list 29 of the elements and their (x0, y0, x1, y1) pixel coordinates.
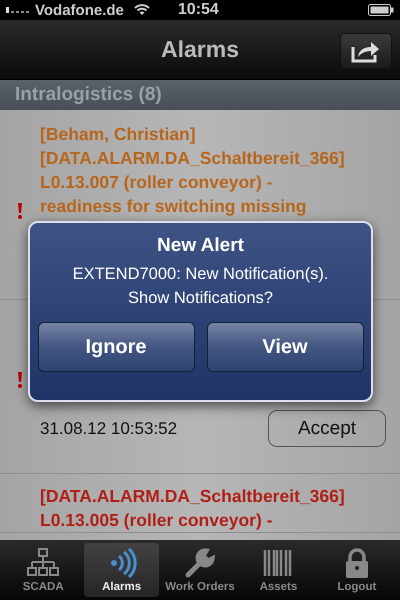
battery-icon (368, 4, 394, 16)
alarm-action-button[interactable]: Accept (268, 410, 386, 447)
alarm-text: L0.13.007 (roller conveyor) - (40, 171, 274, 194)
alarm-timestamp: 31.08.12 10:53:52 (40, 418, 178, 438)
signal-icon (6, 6, 32, 14)
tab-item[interactable]: SCADA (6, 543, 80, 597)
alarm-text: L0.13.005 (roller conveyor) - (40, 509, 274, 532)
share-button[interactable] (340, 33, 392, 69)
wifi-icon (134, 4, 150, 16)
barcode-icon (262, 547, 294, 579)
alarm-text: [DATA.ALARM.DA_Schaltbereit_366] (40, 147, 346, 170)
screen-title: Alarms (161, 36, 239, 63)
wrench-icon (184, 547, 216, 579)
alert-button[interactable]: Ignore (38, 322, 194, 372)
tab-item[interactable]: Logout (320, 543, 394, 597)
tab-item[interactable]: Alarms (84, 543, 159, 597)
alarm-text: [DATA.ALARM.DA_Schaltbereit_366] (40, 485, 346, 508)
network-icon (27, 547, 60, 579)
tab-item[interactable]: Work Orders (162, 543, 238, 597)
section-title: Intralogistics (8) (15, 84, 162, 106)
alert-message: EXTEND7000: New Notification(s). Show Notifications? (72, 264, 328, 309)
alert-title: New Alert (157, 235, 244, 257)
alarm-text: readiness for switching missing (40, 195, 308, 218)
tab-item[interactable]: Assets (241, 543, 316, 597)
clock-time: 10:54 (178, 1, 220, 19)
carrier-name: Vodafone.de (35, 2, 124, 18)
alert-button[interactable]: View (206, 322, 364, 372)
share-icon (351, 39, 381, 63)
alarm-text: [Beham, Christian] (40, 123, 197, 146)
